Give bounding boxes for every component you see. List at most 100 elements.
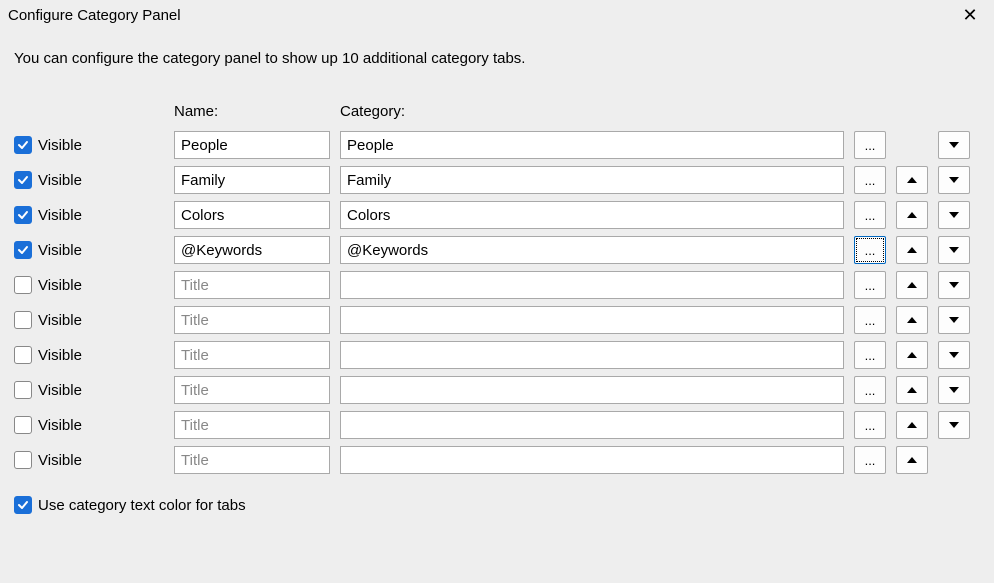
move-up-button[interactable]: [896, 306, 928, 334]
visible-cell: Visible: [14, 451, 164, 469]
visible-checkbox[interactable]: [14, 276, 32, 294]
browse-button[interactable]: ...: [854, 236, 886, 264]
chevron-up-icon: [907, 282, 917, 288]
browse-button[interactable]: ...: [854, 166, 886, 194]
visible-checkbox[interactable]: [14, 171, 32, 189]
visible-cell: Visible: [14, 346, 164, 364]
chevron-down-icon: [949, 212, 959, 218]
move-down-button[interactable]: [938, 306, 970, 334]
chevron-up-icon: [907, 212, 917, 218]
chevron-down-icon: [949, 282, 959, 288]
move-up-button[interactable]: [896, 446, 928, 474]
name-input[interactable]: [174, 131, 330, 159]
category-input[interactable]: [340, 271, 844, 299]
window-title: Configure Category Panel: [8, 7, 181, 24]
browse-button[interactable]: ...: [854, 341, 886, 369]
visible-cell: Visible: [14, 171, 164, 189]
chevron-up-icon: [907, 317, 917, 323]
visible-cell: Visible: [14, 381, 164, 399]
visible-label: Visible: [38, 242, 82, 259]
category-input[interactable]: [340, 411, 844, 439]
chevron-down-icon: [949, 422, 959, 428]
chevron-down-icon: [949, 387, 959, 393]
name-input[interactable]: [174, 376, 330, 404]
move-down-button[interactable]: [938, 271, 970, 299]
name-input[interactable]: [174, 446, 330, 474]
category-input[interactable]: [340, 166, 844, 194]
use-color-label: Use category text color for tabs: [38, 497, 246, 514]
visible-checkbox[interactable]: [14, 451, 32, 469]
name-input[interactable]: [174, 236, 330, 264]
category-input[interactable]: [340, 341, 844, 369]
browse-button[interactable]: ...: [854, 411, 886, 439]
chevron-up-icon: [907, 177, 917, 183]
visible-checkbox[interactable]: [14, 381, 32, 399]
move-up-button[interactable]: [896, 411, 928, 439]
titlebar: Configure Category Panel ✕: [0, 0, 994, 30]
name-input[interactable]: [174, 306, 330, 334]
move-up-button[interactable]: [896, 376, 928, 404]
category-input[interactable]: [340, 131, 844, 159]
visible-cell: Visible: [14, 136, 164, 154]
visible-label: Visible: [38, 417, 82, 434]
category-input[interactable]: [340, 306, 844, 334]
category-input[interactable]: [340, 236, 844, 264]
visible-cell: Visible: [14, 311, 164, 329]
visible-label: Visible: [38, 172, 82, 189]
name-input[interactable]: [174, 341, 330, 369]
visible-label: Visible: [38, 137, 82, 154]
visible-checkbox[interactable]: [14, 346, 32, 364]
category-input[interactable]: [340, 446, 844, 474]
move-down-button[interactable]: [938, 201, 970, 229]
browse-button[interactable]: ...: [854, 306, 886, 334]
chevron-up-icon: [907, 387, 917, 393]
footer-use-color: Use category text color for tabs: [14, 496, 980, 514]
name-input[interactable]: [174, 201, 330, 229]
close-icon[interactable]: ✕: [958, 6, 982, 24]
visible-label: Visible: [38, 312, 82, 329]
visible-checkbox[interactable]: [14, 416, 32, 434]
category-input[interactable]: [340, 201, 844, 229]
visible-checkbox[interactable]: [14, 206, 32, 224]
browse-button[interactable]: ...: [854, 446, 886, 474]
chevron-down-icon: [949, 352, 959, 358]
move-up-button[interactable]: [896, 271, 928, 299]
category-grid: Name: Category: Visible...Visible...Visi…: [14, 103, 980, 474]
browse-button[interactable]: ...: [854, 376, 886, 404]
visible-label: Visible: [38, 207, 82, 224]
browse-button[interactable]: ...: [854, 271, 886, 299]
category-input[interactable]: [340, 376, 844, 404]
chevron-up-icon: [907, 457, 917, 463]
visible-checkbox[interactable]: [14, 136, 32, 154]
move-down-button[interactable]: [938, 236, 970, 264]
name-input[interactable]: [174, 166, 330, 194]
visible-label: Visible: [38, 347, 82, 364]
browse-button[interactable]: ...: [854, 201, 886, 229]
move-down-button[interactable]: [938, 166, 970, 194]
header-name: Name:: [174, 103, 330, 120]
visible-checkbox[interactable]: [14, 241, 32, 259]
chevron-up-icon: [907, 352, 917, 358]
name-input[interactable]: [174, 411, 330, 439]
visible-label: Visible: [38, 277, 82, 294]
move-down-button[interactable]: [938, 411, 970, 439]
use-color-checkbox[interactable]: [14, 496, 32, 514]
visible-label: Visible: [38, 382, 82, 399]
visible-cell: Visible: [14, 241, 164, 259]
chevron-down-icon: [949, 317, 959, 323]
move-down-button[interactable]: [938, 341, 970, 369]
move-down-button[interactable]: [938, 376, 970, 404]
move-up-button[interactable]: [896, 201, 928, 229]
content-area: You can configure the category panel to …: [0, 30, 994, 528]
visible-label: Visible: [38, 452, 82, 469]
chevron-up-icon: [907, 422, 917, 428]
browse-button[interactable]: ...: [854, 131, 886, 159]
chevron-down-icon: [949, 142, 959, 148]
visible-checkbox[interactable]: [14, 311, 32, 329]
move-up-button[interactable]: [896, 236, 928, 264]
name-input[interactable]: [174, 271, 330, 299]
chevron-down-icon: [949, 247, 959, 253]
move-up-button[interactable]: [896, 166, 928, 194]
move-down-button[interactable]: [938, 131, 970, 159]
move-up-button[interactable]: [896, 341, 928, 369]
